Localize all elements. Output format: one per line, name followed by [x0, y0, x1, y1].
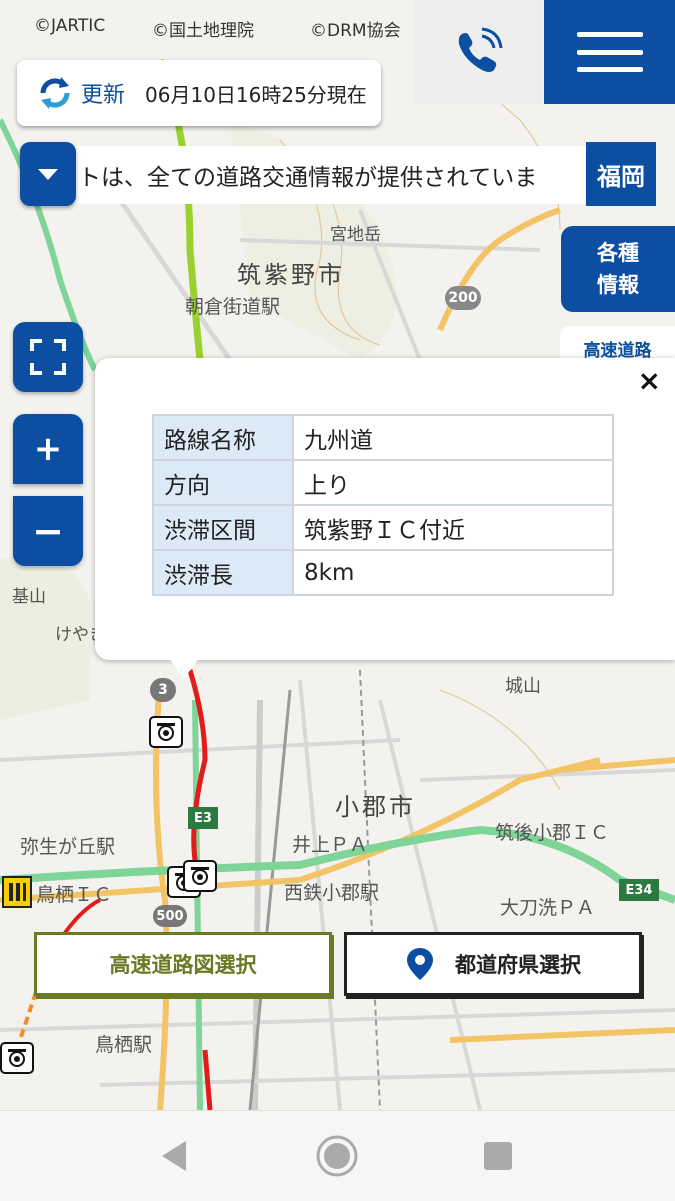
fullscreen-icon — [30, 339, 66, 375]
route-shield: 500 — [153, 905, 187, 927]
chevron-down-icon — [38, 169, 58, 180]
map-label: 朝倉街道駅 — [185, 296, 281, 318]
map-label: 小郡市 — [335, 793, 416, 821]
map-label: 鳥栖駅 — [95, 1034, 153, 1056]
row-value: 筑紫野ＩＣ付近 — [292, 504, 614, 551]
map-label: 大刀洗ＰＡ — [500, 897, 596, 919]
row-key: 路線名称 — [152, 414, 294, 461]
update-timestamp: 06月10日16時25分現在 — [145, 82, 367, 107]
update-panel[interactable]: 更新 06月10日16時25分現在 — [17, 60, 381, 126]
row-key: 渋滞長 — [152, 549, 294, 596]
row-value: 8km — [292, 549, 614, 596]
congestion-popup: × 路線名称 九州道 方向 上り 渋滞区間 筑紫野ＩＣ付近 渋滞長 8km — [95, 358, 675, 660]
zoom-in-button[interactable]: + — [13, 414, 83, 484]
congestion-info-table: 路線名称 九州道 方向 上り 渋滞区間 筑紫野ＩＣ付近 渋滞長 8km — [152, 414, 614, 596]
system-navigation-bar — [0, 1110, 675, 1201]
info-button-line1: 各種 — [597, 241, 639, 265]
highway-map-select-button[interactable]: 高速道路図選択 — [34, 932, 332, 996]
zoom-out-button[interactable]: − — [13, 496, 83, 566]
traffic-camera-icon[interactable] — [0, 1042, 34, 1074]
map-label: 筑後小郡ＩＣ — [495, 822, 610, 844]
map-label: 西鉄小郡駅 — [284, 882, 380, 904]
traffic-camera-icon[interactable] — [183, 860, 217, 892]
map-label: 城山 — [505, 676, 541, 697]
map-label: 井上ＰＡ — [292, 834, 369, 856]
route-shield: 200 — [445, 286, 481, 310]
close-icon[interactable]: × — [638, 364, 661, 397]
location-pin-icon — [407, 948, 433, 980]
map-label: 弥生が丘駅 — [20, 836, 116, 858]
row-key: 方向 — [152, 459, 294, 506]
news-ticker: トは、全ての道路交通情報が提供されていま — [60, 146, 600, 204]
expressway-number: E34 — [619, 879, 659, 901]
refresh-icon[interactable] — [35, 73, 75, 113]
prefecture-button[interactable]: 福岡 — [586, 142, 656, 206]
prefecture-select-label: 都道府県選択 — [455, 953, 581, 977]
update-label[interactable]: 更新 — [81, 77, 125, 109]
table-row: 渋滞区間 筑紫野ＩＣ付近 — [152, 504, 614, 551]
fullscreen-button[interactable] — [13, 322, 83, 392]
copyright-jartic: ©JARTIC — [34, 16, 106, 36]
home-icon[interactable] — [315, 1134, 359, 1178]
toll-gate-icon[interactable] — [2, 876, 32, 908]
map-label: 宮地岳 — [330, 225, 381, 245]
hamburger-menu-icon — [576, 32, 643, 72]
phone-button[interactable] — [413, 0, 543, 104]
copyright-drm: ©DRM協会 — [310, 21, 401, 41]
prefecture-select-button[interactable]: 都道府県選択 — [344, 932, 642, 996]
recents-icon[interactable] — [483, 1141, 513, 1171]
table-row: 方向 上り — [152, 459, 614, 506]
ticker-expand-button[interactable] — [20, 142, 76, 206]
row-value: 上り — [292, 459, 614, 506]
row-key: 渋滞区間 — [152, 504, 294, 551]
popup-pointer — [170, 659, 198, 679]
row-value: 九州道 — [292, 414, 614, 461]
ticker-text: トは、全ての道路交通情報が提供されていま — [78, 165, 538, 191]
route-shield: 3 — [150, 678, 176, 702]
map-label: 筑紫野市 — [237, 261, 345, 289]
copyright-gsi: ©国土地理院 — [152, 21, 254, 41]
traffic-camera-icon[interactable] — [149, 716, 183, 748]
various-info-button[interactable]: 各種 情報 — [561, 226, 675, 312]
map-label: 基山 — [12, 587, 46, 607]
table-row: 渋滞長 8km — [152, 549, 614, 596]
expressway-number: E3 — [188, 807, 218, 829]
info-button-line2: 情報 — [597, 273, 639, 297]
menu-button[interactable] — [544, 0, 675, 104]
table-row: 路線名称 九州道 — [152, 414, 614, 461]
back-icon[interactable] — [160, 1139, 190, 1173]
phone-icon — [458, 27, 503, 72]
map-label: 鳥栖ＩＣ — [36, 884, 113, 906]
